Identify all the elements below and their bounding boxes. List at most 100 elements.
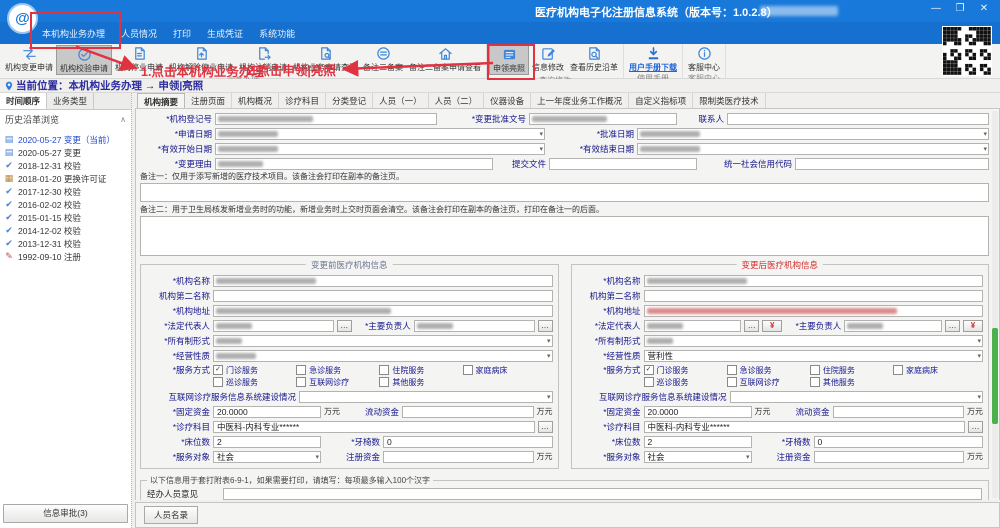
browse-button[interactable]: … [945,320,960,332]
apply-date-combo[interactable]: ▾ [215,128,545,140]
history-item-4[interactable]: ✔2017-12-30 校验 [4,185,129,198]
credit-code-input[interactable] [795,158,989,170]
note2-textarea[interactable] [140,216,989,256]
change-doc-no-input[interactable] [529,113,677,125]
tab-人员（一）[interactable]: 人员（一） [373,93,429,108]
browse-button[interactable]: … [968,421,983,433]
close-button[interactable]: ✕ [972,0,996,18]
dropdown-arrow-icon[interactable]: ▾ [983,129,987,140]
dropdown-arrow-icon[interactable]: ▾ [746,452,750,463]
org-name-input[interactable] [644,275,984,287]
unchecked-checkbox-icon[interactable] [379,377,389,387]
sidebar-tab-time-order[interactable]: 时间顺序 [0,93,47,109]
org-addr-input[interactable] [213,305,553,317]
reg-fund-input[interactable] [814,451,965,463]
history-item-0[interactable]: ▤2020-05-27 变更（当前） [4,133,129,146]
org-addr-input[interactable] [644,305,984,317]
menu-item-0[interactable]: 本机构业务办理 [34,24,113,43]
history-item-5[interactable]: ✔2016-02-02 校验 [4,198,129,211]
checkbox-巡诊服务[interactable]: 巡诊服务 [213,376,296,388]
unchecked-checkbox-icon[interactable] [296,365,306,375]
checkbox-住院服务[interactable]: 住院服务 [810,364,893,376]
note1-textarea[interactable] [140,183,989,202]
history-item-2[interactable]: ✔2018-12-31 校验 [4,159,129,172]
history-item-6[interactable]: ✔2015-01-15 校验 [4,211,129,224]
tab-自定义指标项[interactable]: 自定义指标项 [629,93,693,108]
unchecked-checkbox-icon[interactable] [727,365,737,375]
op-nature-select[interactable]: 营利性▾ [644,350,984,362]
principal-input[interactable] [844,320,942,332]
approve-date-combo[interactable]: ▾ [637,128,989,140]
unchecked-checkbox-icon[interactable] [644,377,654,387]
ownership-select[interactable]: ▾ [213,335,553,347]
checkbox-其他服务[interactable]: 其他服务 [810,376,893,388]
subjects-input[interactable]: 中医科-内科专业****** [213,421,535,433]
unchecked-checkbox-icon[interactable] [810,365,820,375]
reg-fund-input[interactable] [383,451,534,463]
red-action-button[interactable]: ¥ [963,320,983,332]
tab-上一年度业务工作概况[interactable]: 上一年度业务工作概况 [531,93,629,108]
checkbox-门诊服务[interactable]: ✓门诊服务 [644,364,727,376]
menu-item-2[interactable]: 打印 [165,24,199,43]
dropdown-arrow-icon[interactable]: ▾ [547,351,551,362]
service-target-select[interactable]: 社会▾ [213,451,321,463]
internet-info-select[interactable]: ▾ [299,391,553,403]
dropdown-arrow-icon[interactable]: ▾ [315,452,319,463]
sidebar-tab-business-type[interactable]: 业务类型 [47,93,94,109]
toolbar-button-申领亮照[interactable]: 申领亮照 [489,45,529,75]
tab-仪器设备[interactable]: 仪器设备 [484,93,531,108]
tab-机构概况[interactable]: 机构概况 [232,93,279,108]
person-list-button[interactable]: 人员名录 [144,506,198,524]
vertical-scrollbar[interactable] [992,111,998,498]
flow-fund-input[interactable] [833,406,965,418]
dropdown-arrow-icon[interactable]: ▾ [977,351,981,362]
checkbox-巡诊服务[interactable]: 巡诊服务 [644,376,727,388]
op-nature-select[interactable]: ▾ [213,350,553,362]
legal-rep-input[interactable] [213,320,334,332]
unchecked-checkbox-icon[interactable] [379,365,389,375]
browse-button[interactable]: … [744,320,759,332]
history-item-9[interactable]: ✎1992-09-10 注册 [4,250,129,263]
collapse-panel-icon[interactable]: ∧ [120,115,126,124]
subjects-input[interactable]: 中医科-内科专业****** [644,421,966,433]
unchecked-checkbox-icon[interactable] [213,377,223,387]
dropdown-arrow-icon[interactable]: ▾ [539,144,543,155]
org-name2-input[interactable] [644,290,984,302]
minimize-button[interactable]: — [924,0,948,18]
unchecked-checkbox-icon[interactable] [463,365,473,375]
history-item-8[interactable]: ✔2013-12-31 校验 [4,237,129,250]
menu-item-4[interactable]: 系统功能 [251,24,303,43]
valid-end-combo[interactable]: ▾ [637,143,989,155]
dropdown-arrow-icon[interactable]: ▾ [977,392,981,403]
red-action-button[interactable]: ¥ [762,320,782,332]
history-item-7[interactable]: ✔2014-12-02 校验 [4,224,129,237]
unchecked-checkbox-icon[interactable] [727,377,737,387]
valid-start-combo[interactable]: ▾ [215,143,545,155]
beds-input[interactable]: 2 [644,436,752,448]
checkbox-家庭病床[interactable]: 家庭病床 [463,364,546,376]
info-approval-button[interactable]: 信息审批(3) [3,504,128,523]
checkbox-急诊服务[interactable]: 急诊服务 [727,364,810,376]
org-name-input[interactable] [213,275,553,287]
browse-button[interactable]: … [538,421,553,433]
unchecked-checkbox-icon[interactable] [810,377,820,387]
tab-诊疗科目[interactable]: 诊疗科目 [279,93,326,108]
tab-注册页面[interactable]: 注册页面 [185,93,232,108]
checkbox-互联网诊疗[interactable]: 互联网诊疗 [296,376,379,388]
history-item-1[interactable]: ▤2020-05-27 变更 [4,146,129,159]
checkbox-其他服务[interactable]: 其他服务 [379,376,462,388]
menu-item-1[interactable]: 人员情况 [113,24,165,43]
beds-input[interactable]: 2 [213,436,321,448]
submit-file-input[interactable] [549,158,697,170]
toolbar-button-查看历史沿革[interactable]: 查看历史沿革 [567,45,621,75]
handler-opinion-input[interactable] [223,488,982,500]
maximize-button[interactable]: ❐ [948,0,972,18]
toolbar-button-客服中心[interactable]: 客服中心 [685,45,723,73]
browse-button[interactable]: … [337,320,352,332]
tab-人员（二）[interactable]: 人员（二） [429,93,485,108]
internet-info-select[interactable]: ▾ [730,391,984,403]
chairs-input[interactable]: 0 [383,436,553,448]
scrollbar-thumb[interactable] [992,328,998,425]
checked-checkbox-icon[interactable]: ✓ [213,365,223,375]
checked-checkbox-icon[interactable]: ✓ [644,365,654,375]
